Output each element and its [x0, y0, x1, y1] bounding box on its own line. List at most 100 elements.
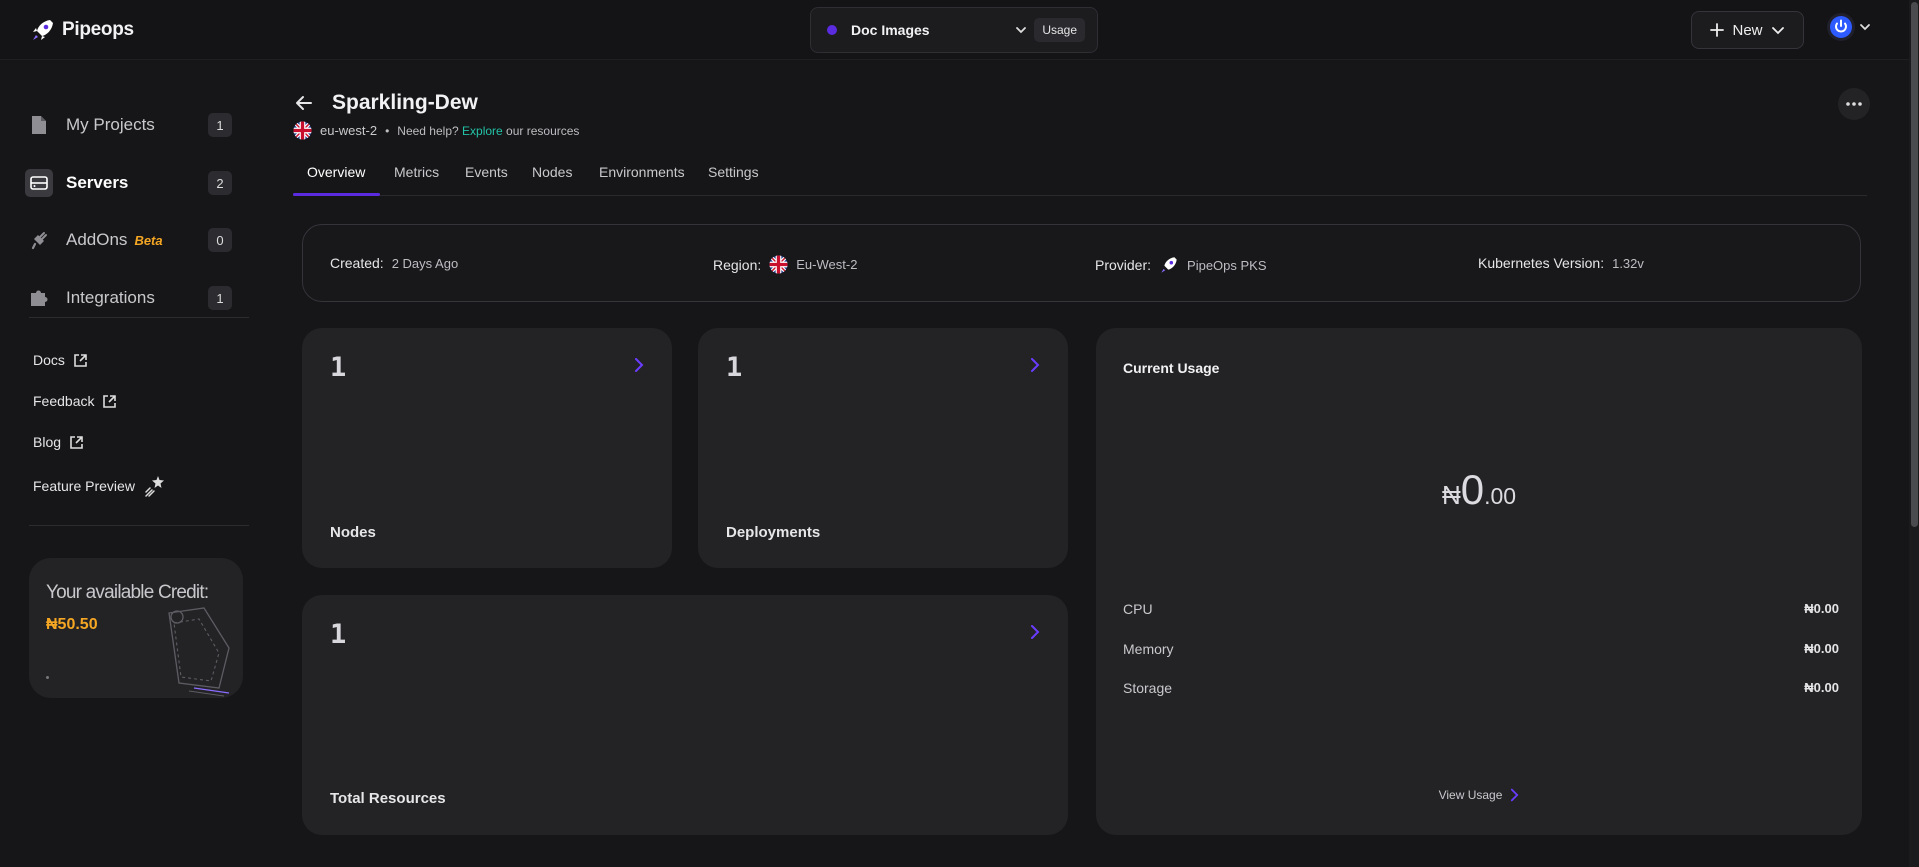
brand-name: Pipeops — [62, 19, 134, 40]
provider-info: Provider: PipeOps PKS — [1095, 257, 1267, 273]
usage-button[interactable]: Usage — [1034, 18, 1085, 42]
active-tab-indicator — [293, 193, 380, 196]
feature-preview-link[interactable]: Feature Preview — [33, 474, 167, 498]
sidebar: My Projects 1 Servers 2 AddOns Beta 0 In… — [0, 60, 260, 867]
plug-icon — [28, 229, 50, 251]
usage-row-memory: Memory ₦0.00 — [1123, 641, 1839, 657]
link-label: Feature Preview — [33, 478, 135, 494]
chevron-right-icon — [1031, 358, 1040, 372]
avatar — [1827, 13, 1855, 41]
link-label: Docs — [33, 352, 65, 368]
more-horizontal-icon — [1846, 102, 1862, 106]
server-subtitle: eu-west-2 • Need help? Explore our resou… — [293, 121, 579, 140]
chevron-right-icon — [635, 358, 644, 372]
view-usage-link[interactable]: View Usage — [1096, 788, 1862, 802]
rocket-logo-icon — [1161, 257, 1177, 273]
count-badge: 1 — [208, 113, 232, 137]
deployments-label: Deployments — [726, 524, 821, 541]
project-name: Doc Images — [851, 22, 930, 38]
chevron-down-icon — [1771, 27, 1784, 35]
sidebar-item-label: Servers — [66, 173, 129, 192]
credit-title: Your available Credit: — [46, 582, 209, 603]
region-info: Region: Eu-West-2 — [713, 255, 858, 274]
feedback-link[interactable]: Feedback — [33, 393, 117, 409]
tab-overview[interactable]: Overview — [307, 164, 365, 180]
tab-events[interactable]: Events — [465, 164, 508, 180]
new-button[interactable]: New — [1691, 11, 1804, 49]
sidebar-item-my-projects[interactable]: My Projects 1 — [28, 107, 236, 143]
docs-link[interactable]: Docs — [33, 352, 88, 368]
external-link-icon — [74, 353, 87, 367]
chevron-right-icon — [1511, 788, 1519, 802]
count-badge: 2 — [208, 171, 232, 195]
uk-flag-icon — [293, 121, 312, 140]
usage-title: Current Usage — [1123, 360, 1220, 376]
usage-row-storage: Storage ₦0.00 — [1123, 680, 1839, 696]
explore-link[interactable]: Explore — [462, 124, 503, 138]
page-title: Sparkling-Dew — [332, 91, 478, 114]
sidebar-item-label: Integrations — [66, 288, 155, 307]
file-icon — [28, 114, 50, 136]
nodes-label: Nodes — [330, 524, 376, 541]
chevron-right-icon — [1031, 625, 1040, 639]
blog-link[interactable]: Blog — [33, 434, 84, 450]
deployments-count: 1 — [726, 352, 743, 383]
nodes-count: 1 — [330, 352, 347, 383]
scrollbar-thumb[interactable] — [1911, 2, 1918, 527]
kubernetes-version-info: Kubernetes Version: 1.32v — [1478, 255, 1644, 271]
resources-count: 1 — [330, 619, 347, 650]
sidebar-divider — [29, 525, 249, 526]
created-info: Created: 2 Days Ago — [330, 255, 459, 271]
region-code: eu-west-2 — [320, 123, 378, 138]
total-resources-card[interactable]: 1 Total Resources — [302, 595, 1068, 835]
usage-row-cpu: CPU ₦0.00 — [1123, 601, 1839, 617]
external-link-icon — [103, 394, 117, 408]
link-label: Feedback — [33, 393, 95, 409]
sparkle-star-icon — [145, 476, 164, 497]
wallet-illustration-icon — [168, 607, 230, 697]
sidebar-divider — [29, 317, 249, 318]
rocket-logo-icon — [33, 20, 53, 40]
tab-environments[interactable]: Environments — [599, 164, 685, 180]
chevron-down-icon — [1016, 27, 1027, 34]
resources-label: Total Resources — [330, 790, 446, 807]
sidebar-item-addons[interactable]: AddOns Beta 0 — [28, 222, 236, 258]
deployments-card[interactable]: 1 Deployments — [698, 328, 1068, 568]
tab-metrics[interactable]: Metrics — [394, 164, 439, 180]
count-badge: 0 — [208, 228, 232, 252]
beta-badge: Beta — [134, 232, 163, 248]
uk-flag-icon — [769, 255, 788, 274]
user-menu[interactable] — [1827, 13, 1871, 41]
tab-bar: Overview Metrics Events Nodes Environmen… — [293, 154, 1867, 196]
top-bar: Pipeops Doc Images Usage New — [0, 0, 1909, 60]
help-text: Need help? Explore our resources — [397, 123, 580, 138]
sidebar-item-servers[interactable]: Servers 2 — [25, 165, 236, 201]
plus-icon — [1710, 23, 1725, 37]
count-badge: 1 — [208, 286, 232, 310]
more-options-button[interactable] — [1838, 88, 1870, 120]
sidebar-item-label: My Projects — [66, 115, 155, 134]
credit-card: Your available Credit: ₦50.50 — [29, 558, 243, 698]
server-info-bar: Created: 2 Days Ago Region: Eu-West-2 Pro… — [302, 224, 1861, 302]
project-status-dot — [827, 25, 837, 35]
tab-settings[interactable]: Settings — [708, 164, 759, 180]
tab-nodes[interactable]: Nodes — [532, 164, 572, 180]
server-icon — [25, 169, 53, 197]
new-button-label: New — [1732, 21, 1763, 39]
nodes-card[interactable]: 1 Nodes — [302, 328, 672, 568]
separator-dot: • — [385, 123, 390, 138]
back-arrow-icon[interactable] — [294, 93, 314, 113]
usage-total: ₦0.00 — [1441, 466, 1517, 513]
decor-dot — [46, 676, 49, 679]
credit-amount: ₦50.50 — [46, 616, 98, 633]
link-label: Blog — [33, 434, 62, 450]
chevron-down-icon — [1860, 24, 1870, 31]
external-link-icon — [70, 435, 83, 449]
puzzle-icon — [28, 287, 50, 309]
sidebar-item-integrations[interactable]: Integrations 1 — [28, 280, 236, 316]
sidebar-item-label: AddOns — [66, 230, 128, 249]
current-usage-card: Current Usage ₦0.00 CPU ₦0.00 Memory ₦0.00… — [1096, 328, 1862, 835]
project-switcher[interactable]: Doc Images Usage — [810, 7, 1098, 53]
power-icon — [1830, 16, 1852, 38]
brand-logo[interactable]: Pipeops — [30, 17, 134, 43]
